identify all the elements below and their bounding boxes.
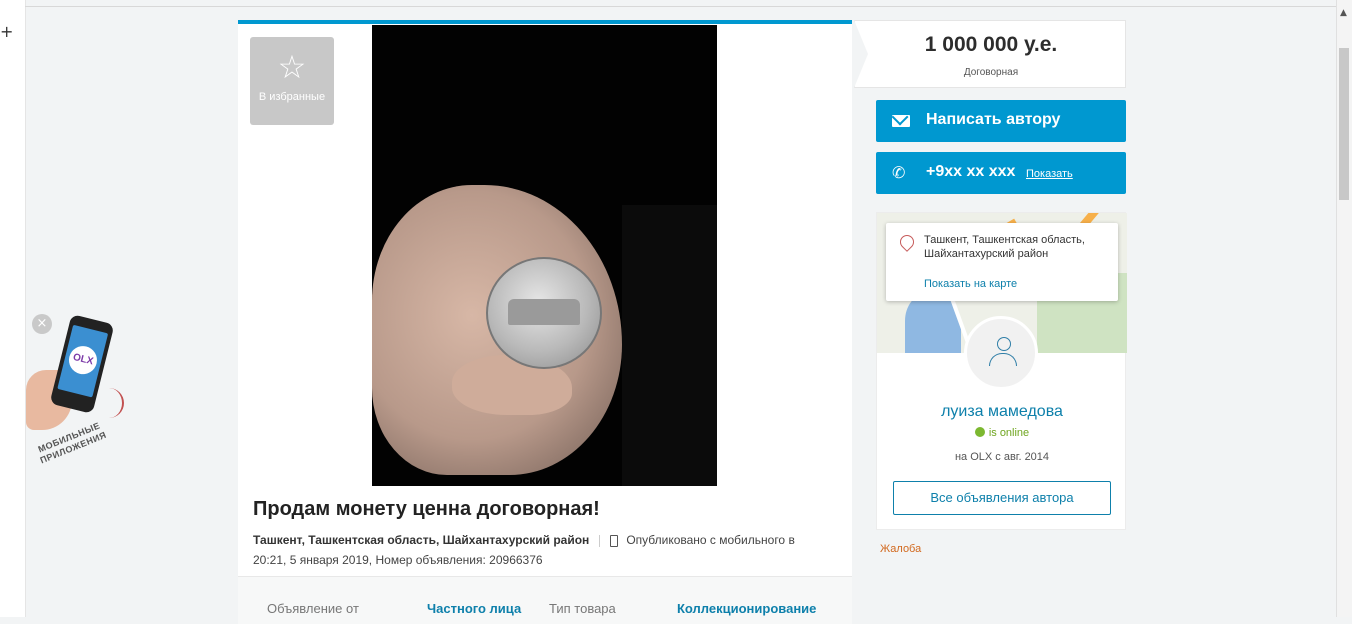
show-phone-link[interactable]: Показать — [1026, 168, 1073, 180]
meta-separator — [599, 534, 601, 547]
add-to-favorites-button[interactable]: ☆ В избранные — [250, 37, 334, 125]
location-popup: Ташкент, Ташкентская область, Шайхантаху… — [886, 223, 1118, 301]
envelope-icon — [892, 115, 910, 127]
olx-logo: OLX — [65, 343, 100, 378]
show-on-map-link[interactable]: Показать на карте — [924, 278, 1017, 290]
map-pin-icon — [897, 232, 917, 252]
listing-card: ☆ В избранные Продам монету ценна догово… — [238, 20, 852, 624]
online-label: is online — [988, 427, 1030, 439]
coin-relief — [508, 299, 580, 325]
avatar — [964, 316, 1038, 390]
member-since: на OLX с авг. 2014 — [954, 451, 1050, 463]
online-status: is online — [877, 427, 1127, 439]
scrollbar[interactable]: ▲ — [1336, 0, 1352, 617]
published-label: Опубликовано с мобильного — [626, 533, 786, 547]
listing-photo[interactable] — [372, 25, 717, 486]
seller-card: Ташкент, Ташкентская область, Шайхантаху… — [876, 212, 1127, 530]
scrollbar-thumb[interactable] — [1339, 48, 1349, 200]
price-value: 1 000 000 у.е. — [924, 33, 1058, 56]
price-box: 1 000 000 у.е. Договорная — [854, 20, 1126, 88]
online-dot-icon — [974, 427, 985, 437]
seller-name[interactable]: луиза мамедова — [877, 403, 1127, 421]
listing-meta: Ташкент, Ташкентская область, Шайхантаху… — [253, 530, 833, 570]
user-icon-head — [997, 337, 1011, 351]
detail-label-seller-type: Объявление от — [267, 601, 359, 616]
scroll-up-icon[interactable]: ▲ — [1340, 8, 1347, 18]
phone-button[interactable]: ✆ +9xx xx xxx Показать — [876, 152, 1126, 194]
listing-title: Продам монету ценна договорная! — [253, 498, 600, 520]
price-note: Договорная — [963, 67, 1019, 78]
browser-left-rail: + — [0, 0, 26, 617]
coin-shape — [486, 257, 602, 369]
user-icon-body — [989, 353, 1017, 366]
message-author-button[interactable]: Написать автору — [876, 100, 1126, 142]
message-author-label: Написать автору — [926, 111, 1061, 128]
close-icon[interactable]: × — [32, 314, 52, 334]
listing-date: 20:21, 5 января 2019, Номер объявления: … — [253, 553, 543, 567]
sleeve-shape — [622, 205, 717, 486]
star-icon: ☆ — [277, 48, 307, 86]
top-divider — [25, 6, 1337, 7]
detail-value-seller-type[interactable]: Частного лица — [427, 601, 521, 616]
published-tail: в — [788, 533, 795, 547]
mobile-apps-promo[interactable]: OLX × МОБИЛЬНЫЕ ПРИЛОЖЕНИЯ — [26, 310, 136, 490]
listing-location[interactable]: Ташкент, Ташкентская область, Шайхантаху… — [253, 533, 589, 547]
favorite-label: В избранные — [258, 91, 326, 103]
seller-location: Ташкент, Ташкентская область, Шайхантаху… — [924, 234, 1085, 260]
complaint-link[interactable]: Жалоба — [880, 543, 921, 555]
user-icon — [989, 337, 1017, 367]
mobile-icon — [610, 534, 619, 547]
phone-icon: ✆ — [892, 163, 906, 182]
all-author-ads-button[interactable]: Все объявления автора — [893, 481, 1111, 515]
detail-label-goods-type: Тип товара — [549, 601, 616, 616]
arrow-icon — [104, 388, 124, 418]
phone-number: +9xx xx xxx — [926, 163, 1016, 180]
phone-screen: OLX — [57, 324, 109, 398]
plus-icon[interactable]: + — [0, 22, 13, 41]
detail-value-goods-type[interactable]: Коллекционирование — [677, 601, 816, 616]
